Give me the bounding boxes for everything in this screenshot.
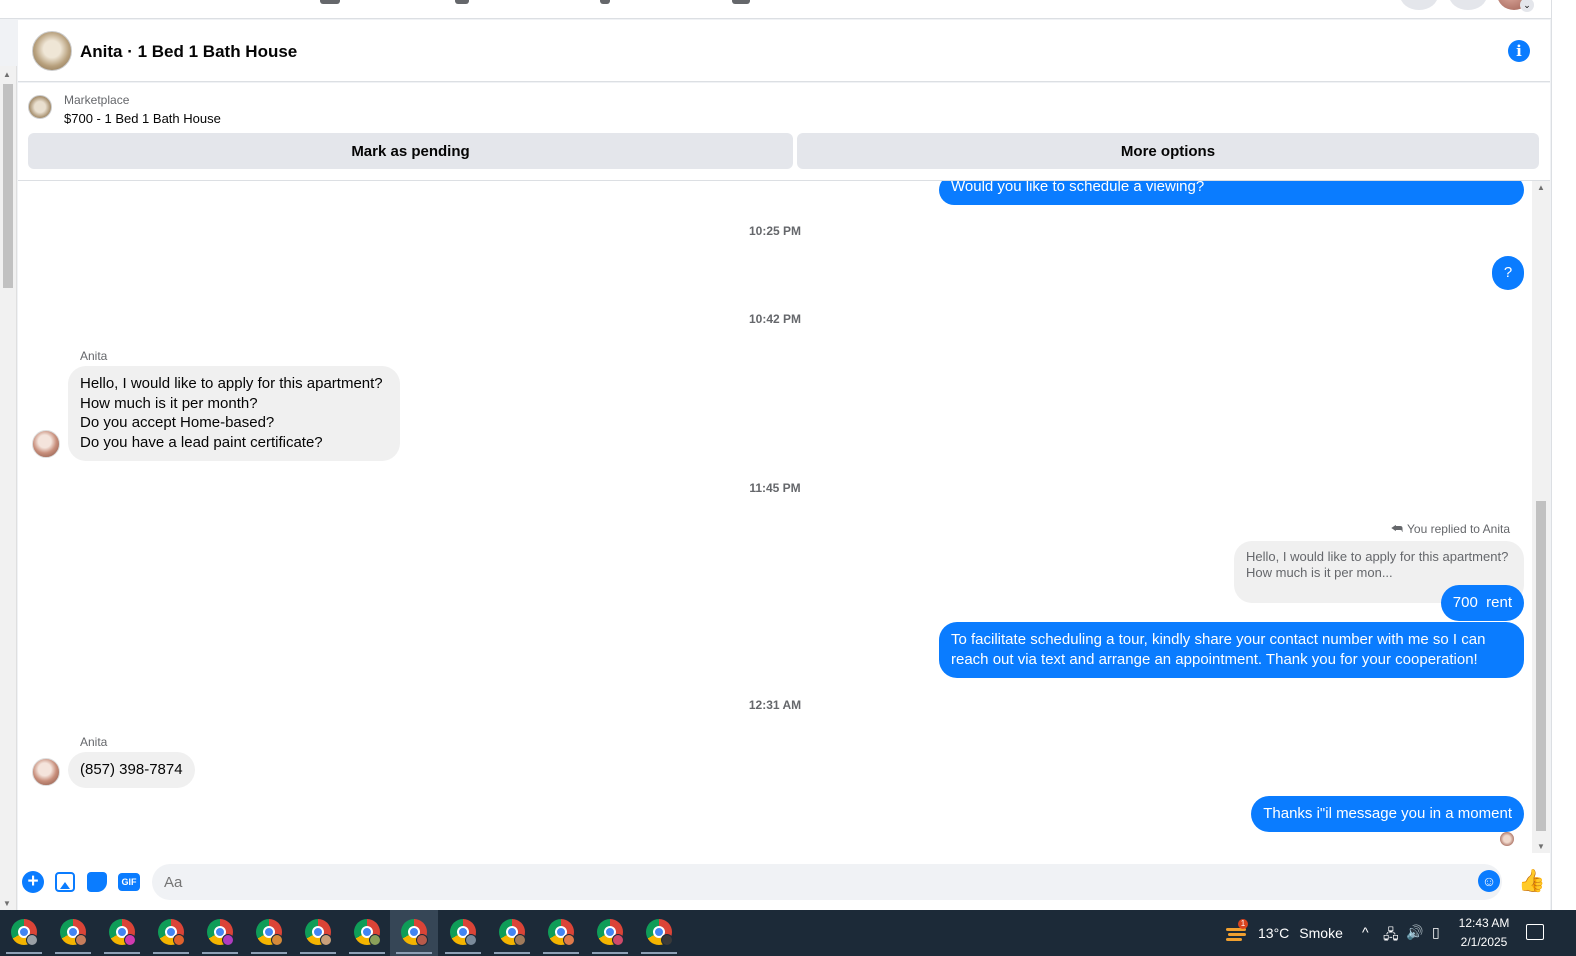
scroll-up-arrow-icon[interactable]: ▲ [1537, 183, 1545, 192]
windows-taskbar: 1 13°C Smoke ^ 🖧 🔊 ▯ 12:43 AM 2/1/2025 [0, 910, 1576, 956]
scroll-down-arrow-icon[interactable]: ▼ [1537, 842, 1545, 851]
chrome-app-icon[interactable] [104, 918, 140, 954]
listing-thumbnail[interactable] [28, 95, 52, 119]
quoted-line: How much is it per mon... [1246, 565, 1393, 580]
sender-avatar[interactable] [32, 430, 60, 458]
sender-avatar[interactable] [32, 758, 60, 786]
chrome-app-icon[interactable] [543, 918, 579, 954]
chrome-app-icon[interactable] [6, 918, 42, 954]
top-navigation-bar: ⌄ [0, 0, 1576, 19]
emoji-icon[interactable]: ☺ [1478, 870, 1500, 892]
chrome-app-icon[interactable] [202, 918, 238, 954]
marketplace-label: Marketplace [64, 93, 130, 107]
clock-time: 12:43 AM [1458, 916, 1510, 930]
outgoing-message[interactable]: ? [1492, 256, 1524, 290]
seen-avatar [1500, 832, 1514, 846]
timestamp: 12:31 AM [748, 698, 802, 712]
nav-marketplace-icon[interactable] [600, 0, 610, 4]
volume-icon[interactable]: 🔊 [1406, 924, 1423, 941]
photo-icon[interactable] [55, 872, 75, 892]
more-options-button[interactable]: More options [797, 133, 1539, 169]
marketplace-panel: Marketplace $700 - 1 Bed 1 Bath House Ma… [18, 83, 1550, 181]
notifications-icon[interactable] [1526, 924, 1544, 940]
message-composer: + GIF ☺ 👍 [18, 853, 1550, 910]
outgoing-message[interactable]: 700 rent [1440, 585, 1524, 621]
chevron-down-icon[interactable]: ⌄ [1520, 0, 1534, 12]
timestamp: 10:42 PM [748, 312, 802, 326]
chrome-app-icon[interactable] [396, 918, 432, 954]
message-line: To facilitate scheduling a tour, kindly … [951, 631, 1486, 648]
chrome-app-icon[interactable] [251, 918, 287, 954]
mark-as-pending-button[interactable]: Mark as pending [28, 133, 793, 169]
chat-title[interactable]: Anita · 1 Bed 1 Bath House [80, 42, 297, 62]
message-line: Hello, I would like to apply for this ap… [80, 375, 383, 392]
thread-scrollbar[interactable]: ▲ ▼ [1532, 181, 1550, 853]
reply-note: ⮪ You replied to Anita [1391, 521, 1510, 537]
listing-title[interactable]: $700 - 1 Bed 1 Bath House [64, 111, 221, 126]
info-icon[interactable]: i [1508, 40, 1530, 62]
message-line: How much is it per month? [80, 394, 258, 412]
nav-groups-icon[interactable] [732, 0, 750, 4]
message-line: reach out via text and arrange an appoin… [951, 651, 1478, 668]
page-scrollbar[interactable]: ▲ ▼ [0, 66, 17, 910]
chrome-app-icon[interactable] [300, 918, 336, 954]
thumbs-up-icon[interactable]: 👍 [1518, 868, 1545, 894]
system-clock[interactable]: 12:43 AM 2/1/2025 [1447, 914, 1521, 952]
chrome-app-icon[interactable] [445, 918, 481, 954]
timestamp: 11:45 PM [749, 481, 801, 495]
chrome-app-icon[interactable] [494, 918, 530, 954]
outgoing-message[interactable]: To facilitate scheduling a tour, kindly … [939, 622, 1524, 678]
chrome-app-icon[interactable] [641, 918, 677, 954]
weather-widget[interactable]: 13°C Smoke [1258, 910, 1343, 956]
right-edge-strip [1551, 0, 1576, 910]
plus-circle-icon[interactable]: + [22, 871, 44, 893]
nav-home-icon[interactable] [320, 0, 340, 4]
sticker-icon[interactable] [87, 872, 107, 892]
chrome-app-icon[interactable] [349, 918, 385, 954]
timestamp: 10:25 PM [748, 224, 802, 238]
weather-temp: 13°C [1258, 925, 1290, 941]
scrollbar-thumb[interactable] [1536, 501, 1546, 831]
scrollbar-thumb[interactable] [3, 84, 13, 288]
sender-name: Anita [80, 735, 108, 749]
scroll-up-arrow-icon[interactable]: ▲ [3, 70, 11, 79]
message-input[interactable] [152, 864, 1502, 900]
network-icon[interactable]: 🖧 [1383, 924, 1399, 948]
chat-header: Anita · 1 Bed 1 Bath House i [18, 20, 1550, 82]
messenger-icon[interactable] [1449, 0, 1487, 10]
message-line: Do you accept Home-based? [80, 414, 275, 432]
gif-icon[interactable]: GIF [118, 873, 140, 891]
chrome-app-icon[interactable] [592, 918, 628, 954]
outgoing-message[interactable]: Thanks i"il message you in a moment [1251, 796, 1524, 832]
weather-alert-badge: 1 [1238, 919, 1248, 929]
chrome-app-icon[interactable] [55, 918, 91, 954]
incoming-message[interactable]: Hello, I would like to apply for this ap… [68, 366, 400, 461]
chrome-app-icon[interactable] [153, 918, 189, 954]
sender-name: Anita [80, 349, 108, 363]
reply-arrow-icon: ⮪ [1390, 521, 1404, 536]
chevron-up-icon[interactable]: ^ [1362, 924, 1369, 940]
nav-video-icon[interactable] [455, 0, 469, 4]
clock-date: 2/1/2025 [1460, 935, 1508, 949]
outgoing-message[interactable]: Would you like to schedule a viewing? [939, 181, 1524, 205]
quoted-line: Hello, I would like to apply for this ap… [1246, 549, 1509, 564]
incoming-message[interactable]: (857) 398-7874 [68, 752, 195, 788]
scroll-down-arrow-icon[interactable]: ▼ [3, 899, 11, 908]
reply-note-text: You replied to Anita [1407, 522, 1510, 536]
message-thread[interactable]: Would you like to schedule a viewing? 10… [18, 181, 1532, 853]
menu-grid-icon[interactable] [1400, 0, 1438, 10]
battery-icon[interactable]: ▯ [1432, 924, 1440, 941]
weather-desc: Smoke [1299, 925, 1343, 941]
message-line: Do you have a lead paint certificate? [80, 434, 323, 452]
listing-avatar[interactable] [32, 31, 72, 71]
